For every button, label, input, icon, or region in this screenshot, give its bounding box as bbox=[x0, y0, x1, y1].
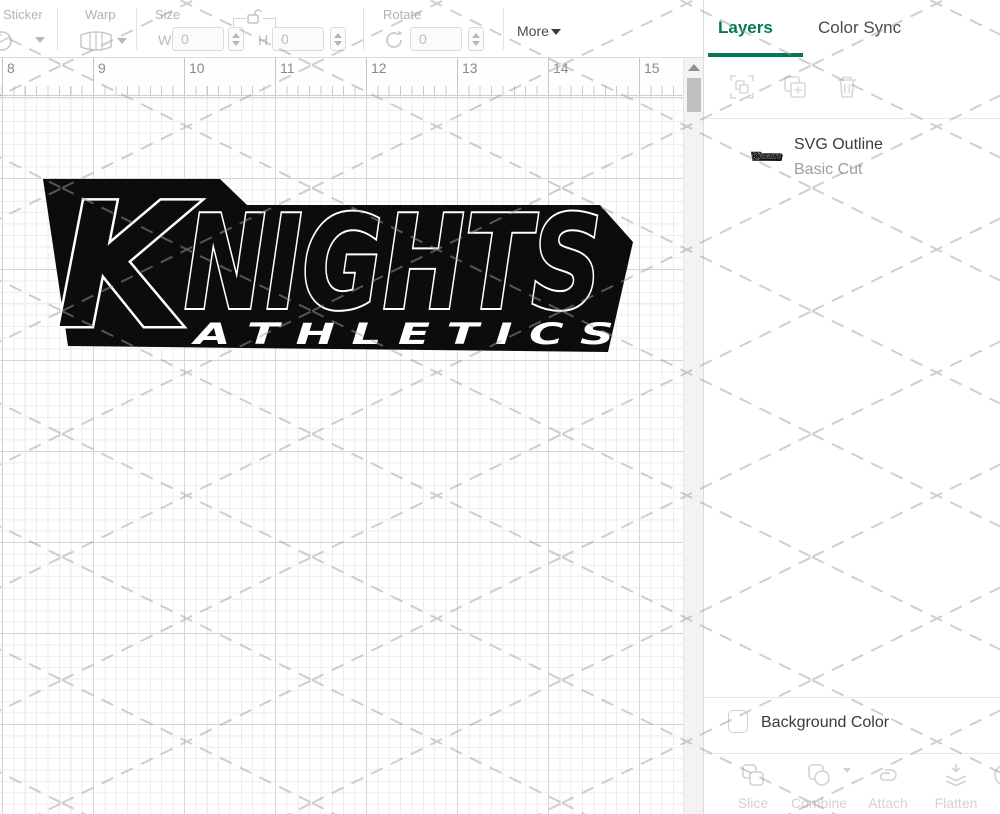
height-input[interactable] bbox=[272, 27, 324, 51]
slice-icon bbox=[740, 762, 766, 788]
canvas-object-knights-logo[interactable]: K NIGHTS A T H L E T I C S bbox=[42, 178, 637, 358]
size-label: Size bbox=[155, 7, 180, 22]
warp-label: Warp bbox=[85, 7, 116, 22]
ruler-ticks bbox=[0, 86, 683, 95]
rotate-stepper[interactable] bbox=[468, 27, 484, 51]
logo-word-athletics: A T H L E T I C S bbox=[191, 317, 614, 351]
flatten-button[interactable]: Flatten bbox=[924, 754, 988, 811]
layers-panel: Layers Color Sync K bbox=[703, 0, 1000, 814]
design-canvas[interactable]: K NIGHTS A T H L E T I C S bbox=[0, 96, 683, 814]
rotate-label: Rotate bbox=[383, 7, 421, 22]
warp-icon[interactable] bbox=[79, 31, 113, 51]
panel-divider bbox=[704, 118, 1000, 119]
height-stepper[interactable] bbox=[330, 27, 346, 51]
width-axis-label: W bbox=[158, 32, 171, 48]
toolbar-divider bbox=[57, 8, 58, 50]
top-toolbar: Sticker Warp Size W H Rotate bbox=[0, 0, 703, 58]
combine-caret-icon[interactable] bbox=[843, 768, 851, 773]
tab-layers[interactable]: Layers bbox=[718, 18, 773, 38]
tab-color-sync[interactable]: Color Sync bbox=[818, 18, 901, 38]
toolbar-divider bbox=[136, 8, 137, 50]
horizontal-ruler: 8 9 10 11 12 13 14 15 bbox=[0, 58, 683, 96]
sticker-label: Sticker bbox=[3, 7, 43, 22]
rotate-input[interactable] bbox=[410, 27, 462, 51]
layer-cut-type: Basic Cut bbox=[794, 161, 862, 179]
offset-icon[interactable] bbox=[0, 29, 14, 53]
duplicate-icon[interactable] bbox=[782, 74, 808, 100]
background-color-label: Background Color bbox=[761, 714, 889, 732]
attach-button[interactable]: Attach bbox=[856, 754, 920, 811]
contour-icon-partial[interactable] bbox=[992, 762, 1000, 788]
toolbar-divider bbox=[503, 8, 504, 50]
attach-icon bbox=[875, 762, 901, 788]
background-color-row[interactable]: Background Color bbox=[704, 697, 1000, 753]
panel-divider bbox=[704, 697, 1000, 698]
slice-button[interactable]: Slice bbox=[721, 754, 785, 811]
rotate-icon[interactable] bbox=[385, 30, 405, 50]
layer-tools-bar: Slice Combine Attach bbox=[704, 753, 1000, 814]
knights-logo-svg: K NIGHTS A T H L E T I C S bbox=[42, 178, 637, 358]
combine-button[interactable]: Combine bbox=[787, 754, 851, 811]
group-icon[interactable] bbox=[729, 74, 755, 100]
size-lock-bracket bbox=[233, 18, 246, 27]
svg-text:NIGHTS: NIGHTS bbox=[759, 153, 781, 161]
flatten-icon bbox=[943, 762, 969, 788]
sticker-dropdown-caret-icon[interactable] bbox=[35, 37, 45, 43]
more-button[interactable]: More bbox=[517, 23, 549, 39]
combine-icon bbox=[806, 762, 832, 788]
scroll-up-arrow-icon[interactable] bbox=[688, 64, 700, 71]
size-lock-bracket bbox=[263, 18, 276, 27]
canvas-vertical-scrollbar[interactable] bbox=[683, 58, 703, 814]
layer-thumbnail: K NIGHTS bbox=[751, 150, 783, 163]
more-caret-icon[interactable] bbox=[551, 29, 561, 35]
svg-text:K: K bbox=[752, 152, 760, 163]
trash-icon[interactable] bbox=[834, 74, 860, 100]
width-input[interactable] bbox=[172, 27, 224, 51]
background-color-swatch[interactable] bbox=[728, 710, 748, 733]
logo-letter-k: K bbox=[56, 178, 200, 358]
layer-row-svg-outline[interactable]: K NIGHTS SVG Outline Basic Cut bbox=[704, 132, 1000, 188]
lock-icon[interactable] bbox=[246, 8, 262, 25]
warp-dropdown-caret-icon[interactable] bbox=[117, 38, 127, 44]
active-tab-underline bbox=[708, 53, 803, 57]
design-app-window: Sticker Warp Size W H Rotate bbox=[0, 0, 1000, 814]
layer-name: SVG Outline bbox=[794, 136, 883, 154]
scrollbar-thumb[interactable] bbox=[687, 78, 701, 112]
toolbar-divider bbox=[363, 8, 364, 50]
width-stepper[interactable] bbox=[228, 27, 244, 51]
height-axis-label: H bbox=[258, 32, 268, 48]
